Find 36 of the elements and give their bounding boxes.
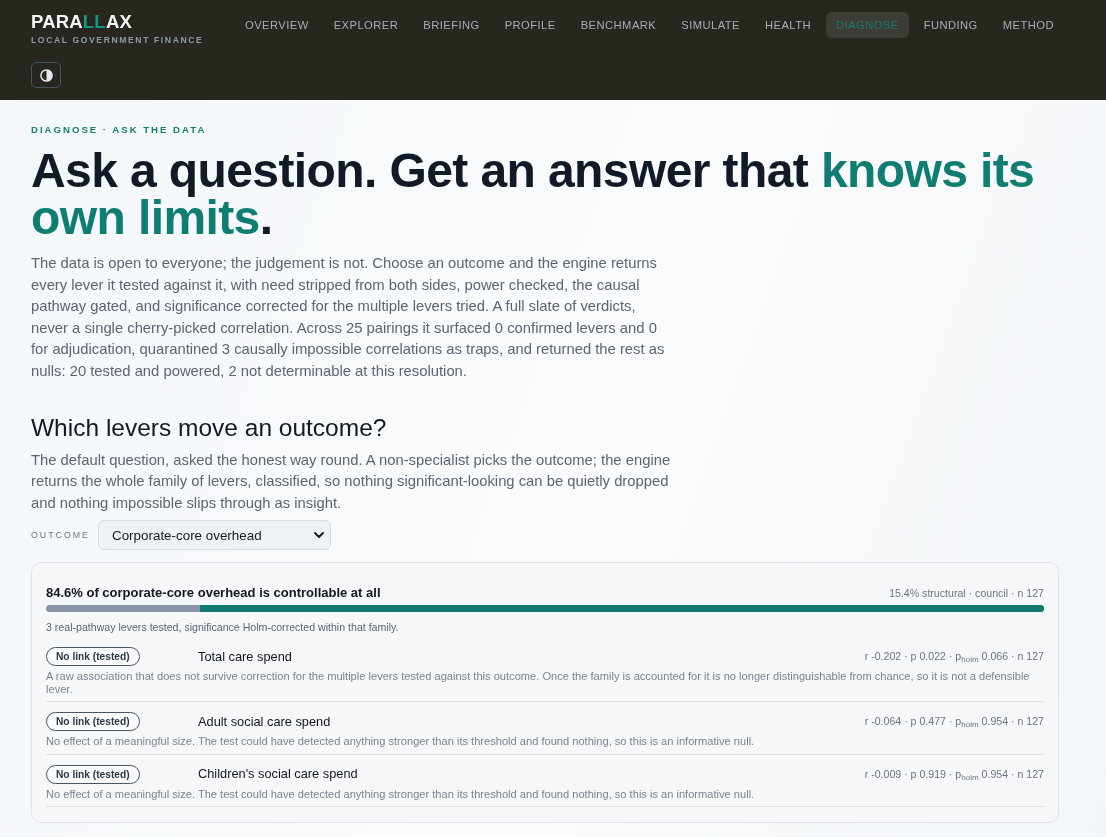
nav-tab[interactable]: OVERVIEW: [235, 12, 319, 38]
intro-paragraph: The data is open to everyone; the judgement is not. Choose an outcome and the engine returns every lever it tested against it, with need stripped from both sides, power checked, the causal pathway gated, and significance corrected for the multiple levers tried. A full slate of verdicts, never a single cherry-picked correlation. Across 25 pairings it surfaced 0 confirmed levers and 0 for adjudication, quarantined 3 causally impossible correlations as traps, and returned the rest as nulls: 20 tested and powered, 2 not determinable at this resolution.: [31, 254, 666, 381]
lever-name: Total care spend: [198, 648, 292, 664]
logo-tagline: LOCAL GOVERNMENT FINANCE: [31, 35, 204, 45]
section-heading: Which levers move an outcome?: [31, 412, 387, 443]
contrast-icon: [39, 68, 53, 82]
lever-explanation: No effect of a meaningful size. The test could have detected anything stronger than its threshold and found nothing, so this is an informative null.: [46, 735, 756, 748]
nav-tab[interactable]: METHOD: [992, 12, 1064, 38]
lever-stats: r -0.202 · p 0.022 · p$_{holm}$ 0.066 · n 127: [864, 650, 1044, 663]
nav-tab[interactable]: BRIEFING: [413, 12, 490, 38]
nav-tab[interactable]: BENCHMARK: [570, 12, 667, 38]
nav-tab[interactable]: SIMULATE: [671, 12, 750, 38]
chevron-down-icon: [314, 532, 324, 539]
verdict-badge: No link (tested): [46, 764, 140, 784]
nav-tab[interactable]: EXPLORER: [323, 12, 409, 38]
lever-name: Children's social care spend: [198, 766, 358, 782]
lever-stats: r -0.009 · p 0.919 · p$_{holm}$ 0.954 · n 127: [864, 767, 1044, 780]
lever-stats: r -0.064 · p 0.477 · p$_{holm}$ 0.954 · n 127: [864, 715, 1044, 728]
page-title: Ask a question. Get an answer that knows its own limits.: [31, 147, 1036, 241]
result-note: 3 real-pathway levers tested, significance Holm-corrected within that family.: [46, 621, 399, 634]
verdict-badge: No link (tested): [46, 647, 140, 667]
nav-tab[interactable]: FUNDING: [913, 12, 988, 38]
result-meta: 15.4% structural · council · n 127: [889, 587, 1044, 600]
nav-tab[interactable]: PROFILE: [494, 12, 566, 38]
outcome-label: OUTCOME: [31, 530, 91, 541]
result-headline: 84.6% of corporate-core overhead is controllable at all: [46, 585, 381, 601]
outcome-select[interactable]: Corporate-core overhead: [98, 520, 331, 551]
lever-name: Adult social care spend: [198, 713, 331, 729]
verdict-badge: No link (tested): [46, 712, 140, 732]
lever-explanation: No effect of a meaningful size. The test could have detected anything stronger than its threshold and found nothing, so this is an informative null.: [46, 787, 756, 801]
lever-explanation: A raw association that does not survive correction for the multiple levers tested against this outcome. Once the family is accounted for it is no longer distinguishable from chance, so it is not a defensible lever.: [46, 670, 1031, 696]
logo-wordmark[interactable]: PARALLAX: [31, 12, 132, 32]
nav-tab[interactable]: HEALTH: [754, 12, 821, 38]
section-description: The default question, asked the honest way round. A non-specialist picks the outcome; the engine returns the whole family of levers, classified, so nothing significant-looking can be quietly dropped and nothing impossible slips through as insight.: [31, 450, 671, 513]
theme-toggle-button[interactable]: [31, 62, 61, 88]
section-eyebrow: DIAGNOSE · ASK THE DATA: [31, 124, 207, 135]
